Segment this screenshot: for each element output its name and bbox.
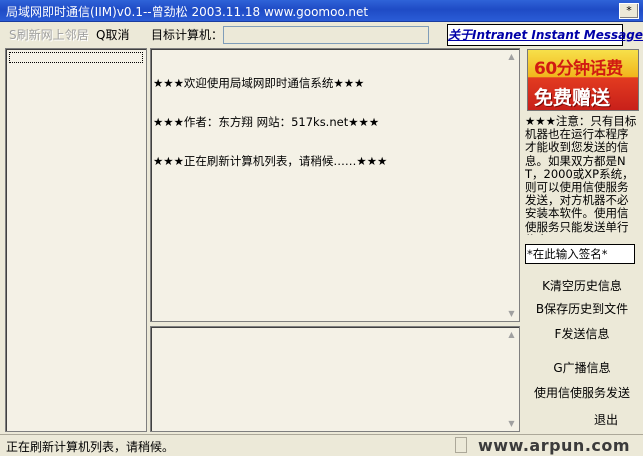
notice-text: ★★★注意：只有目标机器也在运行本程序才能收到您发送的信息。如果双方都是NT，2… (525, 115, 637, 235)
clear-history-button[interactable]: K清空历史信息 (523, 277, 641, 294)
send-button[interactable]: F发送信息 (523, 325, 641, 342)
scroll-down-icon[interactable]: ▼ (505, 307, 518, 320)
scroll-down-icon[interactable]: ▼ (505, 417, 518, 430)
history-scrollbar[interactable]: ▲ ▼ (505, 50, 518, 320)
status-bar: 正在刷新计算机列表，请稍候。 www.arpun.com (0, 434, 643, 456)
message-input[interactable]: ▲ ▼ (150, 326, 520, 432)
signature-input[interactable]: *在此输入签名* (525, 244, 635, 264)
message-line: ★★★欢迎使用局域网即时通信系统★★★ (153, 76, 365, 90)
message-line: ★★★正在刷新计算机列表，请稍候……★★★ (153, 154, 388, 168)
window-title: 局域网即时通信(IIM)v0.1--曾劲松 2003.11.18 www.goo… (6, 5, 369, 19)
status-divider (455, 437, 467, 453)
scroll-up-icon[interactable]: ▲ (505, 328, 518, 341)
refresh-network-button[interactable]: S刷新网上邻居 (9, 26, 89, 44)
ad-banner[interactable]: 60分钟话费 免费赠送 (527, 49, 639, 111)
about-button[interactable]: 关于Intranet Instant Message (447, 24, 643, 46)
broadcast-button[interactable]: G广播信息 (523, 359, 641, 376)
target-computer-label: 目标计算机： (151, 28, 224, 42)
watermark-text: www.arpun.com (478, 436, 631, 455)
close-button[interactable]: * (619, 3, 639, 19)
input-scrollbar[interactable]: ▲ ▼ (505, 328, 518, 430)
exit-button[interactable]: 退出 (546, 411, 643, 428)
banner-top-text: 60分钟话费 (534, 59, 623, 79)
messenger-send-button[interactable]: 使用信使服务发送 (523, 384, 641, 401)
computer-list-focus-item[interactable] (9, 52, 143, 63)
banner-bottom-text: 免费赠送 (534, 87, 611, 109)
scroll-up-icon[interactable]: ▲ (505, 50, 518, 63)
message-line: ★★★作者：东方翔 网站：517ks.net★★★ (153, 115, 380, 129)
save-history-button[interactable]: B保存历史到文件 (523, 300, 641, 317)
message-history[interactable]: ★★★欢迎使用局域网即时通信系统★★★ ★★★作者：东方翔 网站：517ks.n… (150, 48, 520, 322)
message-lines: ★★★欢迎使用局域网即时通信系统★★★ ★★★作者：东方翔 网站：517ks.n… (153, 51, 505, 194)
computer-list[interactable] (5, 48, 147, 432)
status-text: 正在刷新计算机列表，请稍候。 (6, 440, 175, 454)
cancel-button[interactable]: Q取消 (96, 26, 129, 44)
target-computer-input[interactable] (223, 26, 429, 44)
title-bar[interactable]: 局域网即时通信(IIM)v0.1--曾劲松 2003.11.18 www.goo… (0, 0, 643, 22)
